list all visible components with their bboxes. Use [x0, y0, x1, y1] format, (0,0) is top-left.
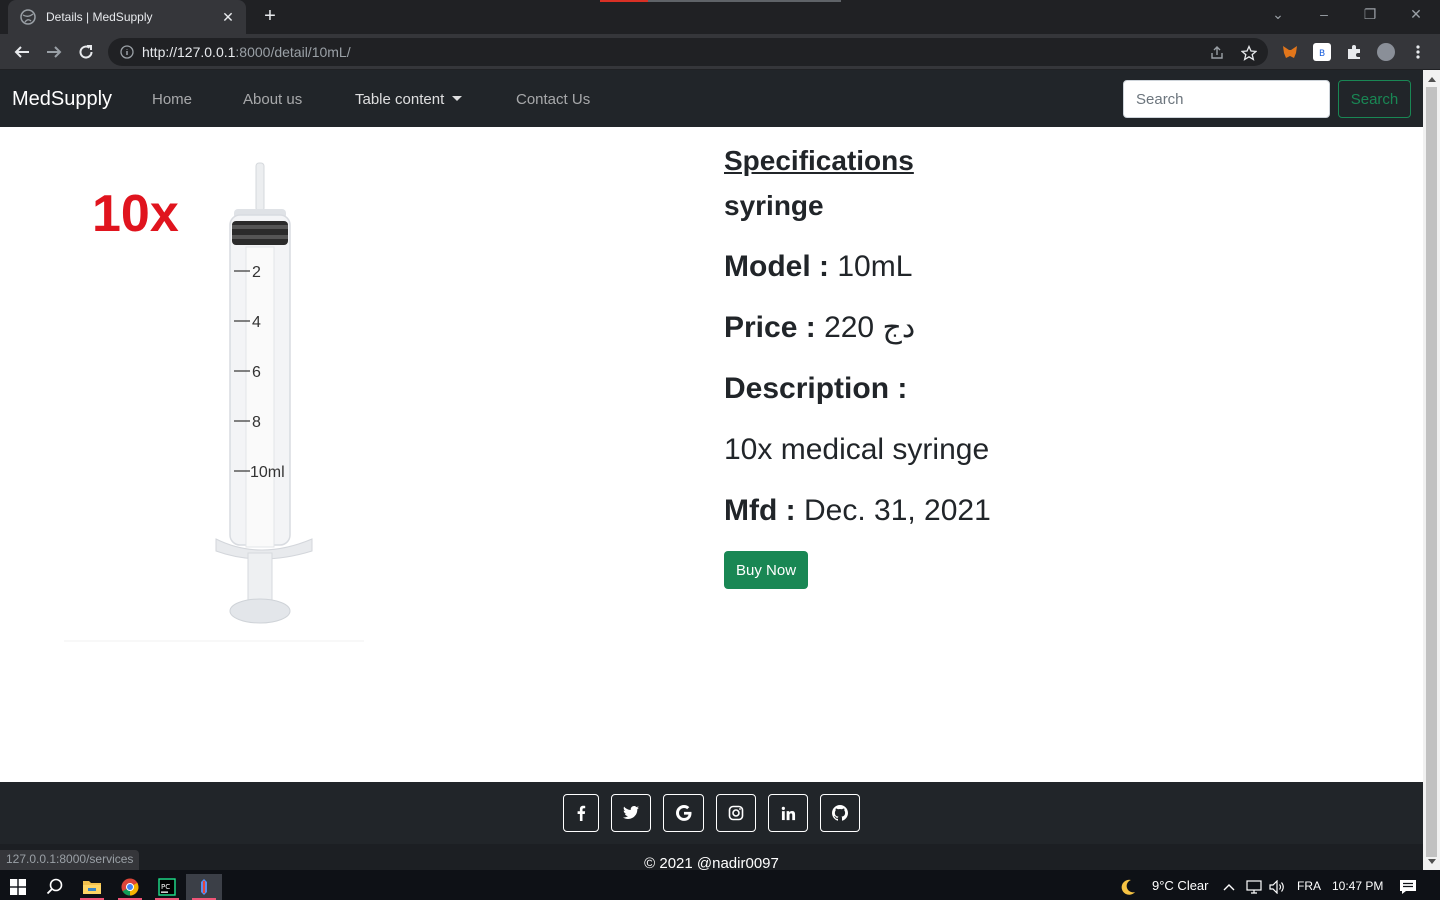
back-arrow-icon	[14, 46, 29, 58]
twitter-icon[interactable]	[611, 794, 651, 832]
svg-text:B: B	[1319, 49, 1325, 59]
media-indicator	[600, 0, 648, 2]
github-icon[interactable]	[820, 794, 860, 832]
scale-label: 8	[252, 414, 261, 431]
file-explorer-icon[interactable]	[74, 874, 110, 900]
nav-contact[interactable]: Contact Us	[516, 91, 590, 108]
search-icon[interactable]	[37, 874, 73, 900]
new-tab-button[interactable]: +	[258, 5, 282, 27]
url-path: :8000/detail/10mL/	[235, 44, 351, 60]
brand-logo[interactable]: MedSupply	[12, 88, 112, 111]
chrome-icon[interactable]	[112, 874, 148, 900]
scale-label: 10ml	[250, 464, 285, 481]
price-label: Price :	[724, 311, 816, 344]
reload-button[interactable]	[74, 40, 98, 64]
page-scrollbar[interactable]	[1423, 70, 1440, 870]
window-close-icon[interactable]: ✕	[1406, 6, 1426, 23]
network-icon[interactable]	[1243, 874, 1265, 900]
mfd-row: Mfd : Dec. 31, 2021	[724, 491, 991, 531]
facebook-icon[interactable]	[563, 794, 599, 832]
model-value: 10mL	[837, 250, 913, 283]
extensions-puzzle-icon[interactable]	[1345, 43, 1363, 61]
scale-label: 6	[252, 364, 261, 381]
share-icon[interactable]	[1209, 45, 1225, 61]
description-value: 10x medical syringe	[724, 433, 990, 466]
volume-icon[interactable]	[1266, 874, 1288, 900]
link-hover-status: 127.0.0.1:8000/services	[0, 850, 140, 870]
reload-icon	[79, 45, 93, 59]
svg-text:PC: PC	[161, 883, 170, 891]
search-button[interactable]: Search	[1338, 80, 1411, 118]
model-row: Model : 10mL	[724, 247, 991, 287]
description-row: Description :	[724, 369, 991, 409]
metamask-extension-icon[interactable]	[1281, 43, 1299, 61]
minimize-icon[interactable]: –	[1314, 6, 1334, 22]
nav-home[interactable]: Home	[152, 91, 192, 108]
address-bar[interactable]: http://127.0.0.1:8000/detail/10mL/	[108, 38, 1268, 66]
browser-menu-icon[interactable]	[1409, 43, 1427, 61]
bitwarden-extension-icon[interactable]: B	[1313, 43, 1331, 61]
scale-label: 4	[252, 314, 261, 331]
close-tab-icon[interactable]: ✕	[220, 9, 236, 26]
url-host: http://127.0.0.1	[142, 44, 236, 60]
price-value: 220 دج	[824, 311, 916, 344]
profile-avatar[interactable]	[1377, 43, 1395, 61]
active-app-icon[interactable]	[186, 874, 222, 900]
mfd-label: Mfd :	[724, 494, 796, 527]
restore-icon[interactable]: ❐	[1360, 6, 1380, 23]
moon-weather-icon	[1114, 874, 1142, 900]
product-name: syringe	[724, 190, 824, 221]
buy-now-button[interactable]: Buy Now	[724, 551, 809, 589]
specifications-heading: Specifications	[724, 145, 914, 176]
nav-table-content-dropdown[interactable]: Table content	[355, 91, 463, 108]
instagram-icon[interactable]	[716, 794, 756, 832]
bookmark-star-icon[interactable]	[1241, 45, 1257, 61]
site-navbar: MedSupply Home About us Table content Co…	[0, 70, 1423, 127]
scroll-thumb[interactable]	[1426, 87, 1437, 857]
info-icon[interactable]	[120, 45, 134, 59]
caret-down-icon	[452, 95, 463, 101]
google-icon[interactable]	[663, 794, 704, 832]
scroll-down-arrow-icon[interactable]	[1423, 853, 1440, 870]
globe-icon	[20, 9, 36, 25]
product-image: 10x 2 4 6 8 10ml	[64, 162, 364, 642]
mfd-value: Dec. 31, 2021	[803, 494, 991, 527]
search-input[interactable]	[1123, 80, 1330, 118]
browser-tab[interactable]: Details | MedSupply ✕	[8, 0, 246, 34]
product-image-badge: 10x	[92, 185, 179, 243]
scale-label: 2	[252, 264, 261, 281]
tab-strip-indicator	[648, 0, 841, 2]
back-button[interactable]	[10, 40, 34, 64]
nav-about[interactable]: About us	[243, 91, 302, 108]
tab-title: Details | MedSupply	[46, 10, 153, 24]
tab-search-icon[interactable]: ⌄	[1268, 6, 1288, 23]
forward-button[interactable]	[42, 40, 66, 64]
pycharm-icon[interactable]: PC	[149, 874, 185, 900]
scroll-up-arrow-icon[interactable]	[1423, 70, 1440, 87]
os-taskbar: PC 9°C Clear FRA 10:47 PM	[0, 870, 1440, 900]
windows-start-icon[interactable]	[0, 874, 36, 900]
notification-center-icon[interactable]	[1394, 874, 1422, 900]
price-row: Price : 220 دج	[724, 308, 991, 348]
model-label: Model :	[724, 250, 829, 283]
description-label: Description :	[724, 372, 908, 405]
nav-table-content-label: Table content	[355, 91, 445, 108]
linkedin-icon[interactable]	[768, 794, 808, 832]
input-language[interactable]: FRA	[1297, 879, 1321, 893]
tray-chevron-up-icon[interactable]	[1219, 874, 1239, 900]
site-footer: © 2021 @nadir0097	[0, 782, 1423, 872]
forward-arrow-icon	[47, 46, 62, 58]
weather-text[interactable]: 9°C Clear	[1152, 878, 1209, 893]
browser-tab-strip: Details | MedSupply ✕ + ⌄ – ❐ ✕	[0, 0, 1440, 34]
browser-toolbar: http://127.0.0.1:8000/detail/10mL/ B	[0, 34, 1440, 70]
specifications-panel: Specifications syringe Model : 10mL Pric…	[724, 140, 991, 589]
clock-time[interactable]: 10:47 PM	[1332, 879, 1383, 893]
